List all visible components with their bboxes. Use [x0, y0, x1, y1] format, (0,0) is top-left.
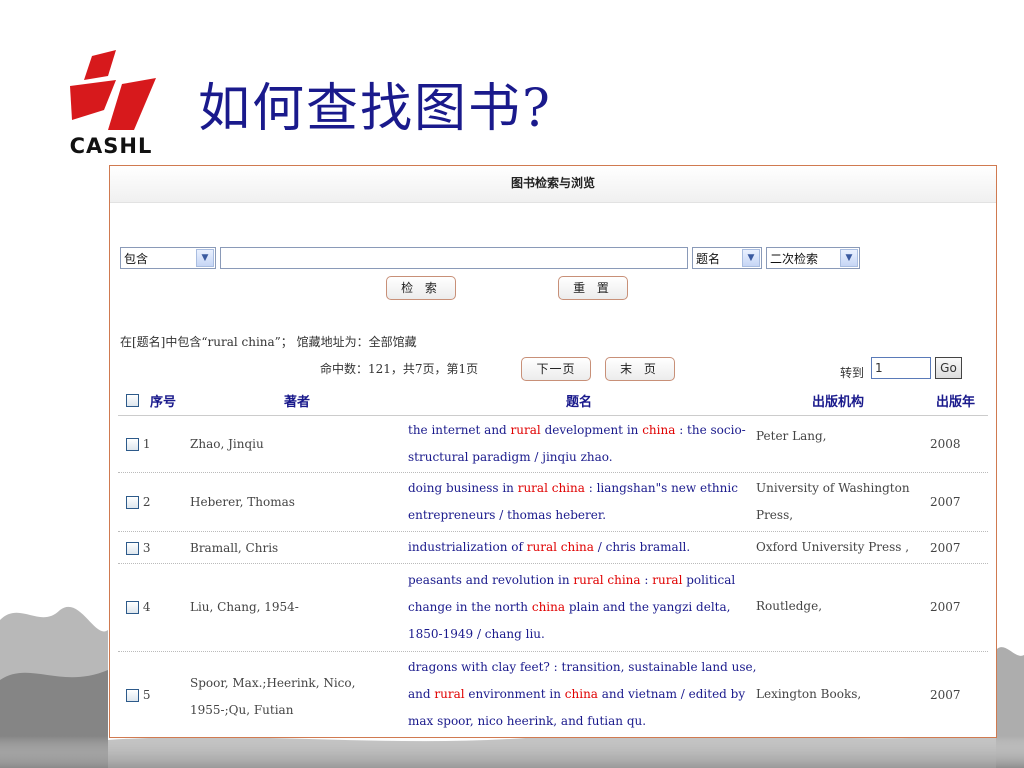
title-text: peasants and revolution in: [408, 573, 574, 587]
field-select-value: 题名: [696, 252, 721, 266]
title-highlight: rural: [510, 423, 541, 437]
panel-header: 图书检索与浏览: [110, 166, 996, 203]
col-year: 出版年: [936, 395, 976, 410]
chevron-down-icon: ▼: [196, 249, 214, 267]
row-year: 2007: [930, 495, 961, 509]
row-index: 1: [142, 437, 151, 451]
checkbox-icon: [126, 438, 139, 451]
results-table: 序号 著者 题名 出版机构 出版年 1 Zhao, Jinqiu the int…: [118, 385, 988, 737]
query-summary: 在[题名]中包含“rural china”； 馆藏地址为：全部馆藏: [120, 335, 417, 349]
col-author: 著者: [284, 395, 311, 410]
title-text: / chris bramall.: [593, 540, 691, 554]
checkbox-icon: [126, 601, 139, 614]
row-checkbox[interactable]: 4: [126, 600, 150, 614]
row-publisher: Routledge,: [756, 599, 823, 613]
book-search-panel: 图书检索与浏览 包含 ▼ 题名 ▼ 二次检索 ▼ 检 索 重 置 在[题名]中包…: [109, 165, 997, 738]
row-author: Heberer, Thomas: [190, 495, 295, 509]
row-title[interactable]: industrialization of rural china / chris…: [408, 534, 758, 561]
col-title: 题名: [566, 395, 593, 410]
row-publisher: Lexington Books,: [756, 687, 862, 701]
result-stats: 命中数：121，共7页，第1页: [320, 362, 479, 376]
cashl-logo-icon: [70, 50, 156, 130]
reset-button[interactable]: 重 置: [558, 276, 628, 300]
last-page-button[interactable]: 末 页: [605, 357, 675, 381]
row-checkbox[interactable]: 2: [126, 495, 150, 509]
row-year: 2007: [930, 688, 961, 702]
row-title[interactable]: peasants and revolution in rural china :…: [408, 567, 758, 648]
match-type-value: 包含: [124, 252, 149, 266]
title-text: :: [640, 573, 653, 587]
search-mode-value: 二次检索: [770, 252, 819, 266]
table-row: 1 Zhao, Jinqiu the internet and rural de…: [118, 416, 988, 473]
checkbox-icon: [126, 542, 139, 555]
title-highlight: rural: [434, 687, 465, 701]
title-highlight: rural: [652, 573, 683, 587]
title-highlight: china: [564, 687, 598, 701]
table-row: 4 Liu, Chang, 1954- peasants and revolut…: [118, 564, 988, 652]
row-year: 2007: [930, 541, 961, 555]
row-index: 4: [142, 600, 151, 614]
row-checkbox[interactable]: 5: [126, 688, 150, 702]
title-text: development in: [540, 423, 643, 437]
checkbox-icon: [126, 689, 139, 702]
col-index: 序号: [150, 395, 177, 410]
select-all-checkbox[interactable]: [126, 393, 139, 408]
table-row: 2 Heberer, Thomas doing business in rura…: [118, 473, 988, 532]
checkbox-icon: [126, 394, 139, 407]
row-title[interactable]: the internet and rural development in ch…: [408, 417, 758, 471]
row-checkbox[interactable]: 3: [126, 541, 150, 555]
title-highlight: china: [531, 600, 566, 614]
row-author: Zhao, Jinqiu: [190, 437, 264, 451]
checkbox-icon: [126, 496, 139, 509]
title-text: doing business in: [408, 481, 518, 495]
row-index: 2: [142, 495, 151, 509]
row-title[interactable]: dragons with clay feet? : transition, su…: [408, 654, 758, 735]
row-author: Bramall, Chris: [190, 541, 279, 555]
row-author: Spoor, Max.;Heerink, Nico, 1955-;Qu, Fut…: [190, 676, 356, 717]
slide-title: 如何查找图书?: [198, 79, 552, 139]
row-year: 2008: [930, 437, 961, 451]
go-button[interactable]: Go: [935, 357, 962, 379]
row-publisher: Oxford University Press ,: [756, 540, 910, 554]
title-text: the internet and: [408, 423, 511, 437]
col-publisher: 出版机构: [812, 395, 865, 410]
row-publisher: Peter Lang,: [756, 429, 827, 443]
title-highlight: rural china: [517, 481, 585, 495]
title-highlight: rural china: [573, 573, 641, 587]
row-title[interactable]: doing business in rural china : liangsha…: [408, 475, 758, 529]
search-row: 包含 ▼ 题名 ▼ 二次检索 ▼: [120, 247, 986, 271]
row-year: 2007: [930, 600, 961, 614]
chevron-down-icon: ▼: [840, 249, 858, 267]
row-index: 3: [142, 541, 151, 555]
results-header: 序号 著者 题名 出版机构 出版年: [118, 385, 988, 416]
table-row: 5 Spoor, Max.;Heerink, Nico, 1955-;Qu, F…: [118, 652, 988, 737]
title-highlight: rural china: [526, 540, 594, 554]
table-row: 3 Bramall, Chris industrialization of ru…: [118, 532, 988, 564]
logo-text: CASHL: [69, 134, 153, 158]
search-mode-select[interactable]: 二次检索 ▼: [766, 247, 860, 269]
field-select[interactable]: 题名 ▼: [692, 247, 762, 269]
search-input[interactable]: [220, 247, 688, 269]
chevron-down-icon: ▼: [742, 249, 760, 267]
row-author: Liu, Chang, 1954-: [190, 600, 299, 614]
title-text: industrialization of: [408, 540, 527, 554]
goto-label: 转到: [840, 366, 865, 380]
goto-page-input[interactable]: 1: [871, 357, 931, 379]
match-type-select[interactable]: 包含 ▼: [120, 247, 216, 269]
cashl-logo: CASHL: [56, 50, 166, 162]
title-text: environment in: [464, 687, 565, 701]
next-page-button[interactable]: 下一页: [521, 357, 591, 381]
row-publisher: University of Washington Press,: [756, 481, 910, 522]
title-highlight: china: [642, 423, 676, 437]
search-button[interactable]: 检 索: [386, 276, 456, 300]
row-index: 5: [142, 688, 151, 702]
row-checkbox[interactable]: 1: [126, 437, 150, 451]
